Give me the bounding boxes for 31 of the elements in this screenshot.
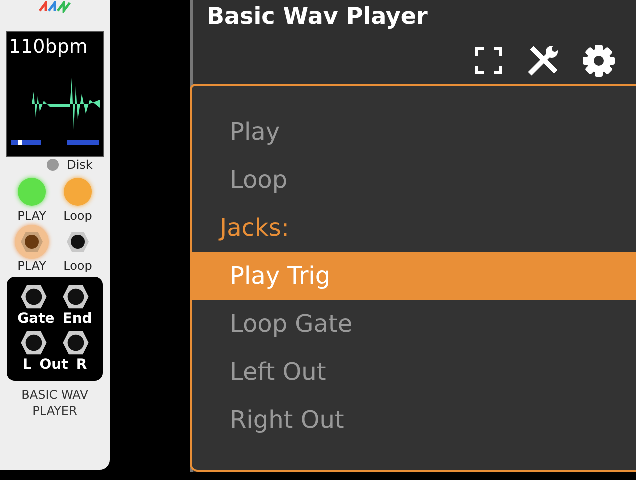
jack-socket[interactable]	[66, 230, 90, 254]
settings-icon[interactable]	[582, 44, 616, 78]
jack-label: End	[62, 311, 92, 327]
jack-label: Loop	[64, 259, 92, 273]
button-label: Loop	[64, 209, 92, 223]
disk-label: Disk	[67, 158, 93, 172]
jack-label: Out	[40, 357, 68, 373]
jack-label: L	[22, 357, 32, 373]
jack-socket[interactable]	[62, 283, 90, 311]
jack-socket[interactable]	[20, 329, 48, 357]
jack-label: R	[76, 357, 88, 373]
menu-item[interactable]: Right Out	[192, 396, 636, 444]
menu-item[interactable]: Loop Gate	[192, 300, 636, 348]
tempo-readout: 110bpm	[8, 36, 88, 58]
module-name: PLAYER	[32, 403, 78, 419]
button-label: PLAY	[18, 209, 46, 223]
jack-label: PLAY	[18, 259, 46, 273]
menu-item[interactable]: Play	[192, 108, 636, 156]
jack-label: Gate	[18, 311, 55, 327]
module-name: BASIC WAV	[22, 387, 88, 403]
jack-socket[interactable]	[62, 329, 90, 357]
fullscreen-icon[interactable]	[474, 46, 504, 76]
tools-icon[interactable]	[526, 44, 560, 78]
playback-bar	[67, 140, 99, 145]
menu-item[interactable]: Left Out	[192, 348, 636, 396]
window-title: Basic Wav Player	[206, 3, 429, 30]
menu-item[interactable]: Loop	[192, 156, 636, 204]
menu-heading: Jacks:	[218, 213, 290, 244]
jack-socket[interactable]	[20, 283, 48, 311]
logo-icon	[38, 1, 72, 13]
menu-item[interactable]: Play Trig	[192, 252, 636, 300]
